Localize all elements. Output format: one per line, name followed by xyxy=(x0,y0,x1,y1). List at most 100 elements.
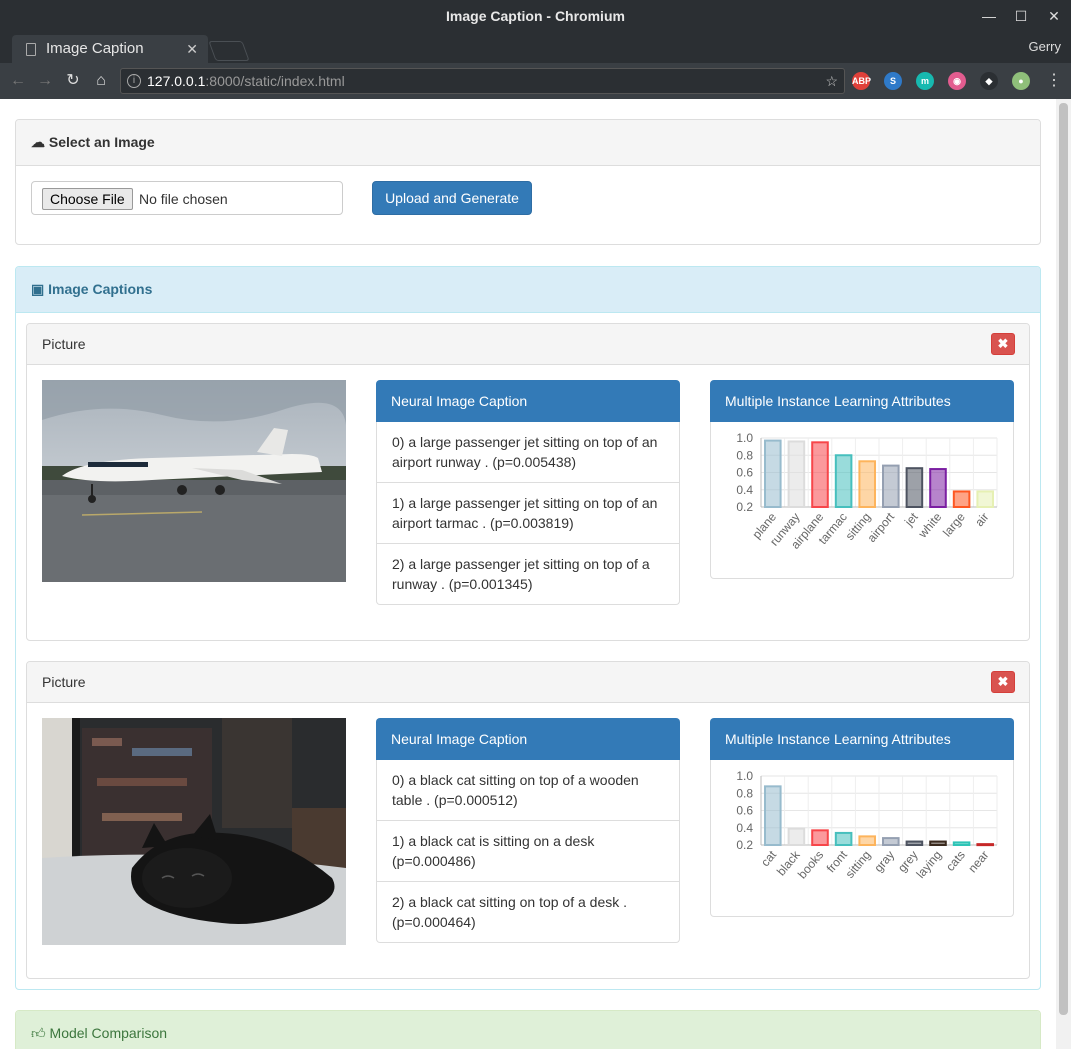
s-extension-icon[interactable]: S xyxy=(884,72,902,90)
caption-item: 2) a large passenger jet sitting on top … xyxy=(376,544,680,605)
url-path: :8000/static/index.html xyxy=(205,73,345,89)
y-tick-label: 0.4 xyxy=(736,821,753,835)
page-icon xyxy=(26,43,36,56)
bar-front[interactable] xyxy=(834,831,853,847)
bar-white[interactable] xyxy=(929,468,947,508)
select-image-title: Select an Image xyxy=(48,134,155,150)
remove-picture-button[interactable]: ✖ xyxy=(991,671,1015,693)
bar-runway[interactable] xyxy=(787,440,806,509)
browser-tab[interactable]: Image Caption ✕ xyxy=(12,35,208,63)
profile-name[interactable]: Gerry xyxy=(1029,33,1062,61)
y-tick-label: 0.2 xyxy=(736,500,753,514)
x-tick-label: white xyxy=(915,510,945,541)
bar-cat[interactable] xyxy=(764,785,782,847)
tab-close-icon[interactable]: ✕ xyxy=(186,35,198,63)
caption-item: 1) a black cat is sitting on a desk (p=0… xyxy=(376,821,680,882)
picture-heading: Picture ✖ xyxy=(27,324,1029,365)
panel-title: ☁ Select an Image xyxy=(31,120,155,164)
image-icon: ▣ xyxy=(31,281,45,297)
adblock-plus-icon[interactable]: ABP xyxy=(852,72,871,90)
bookmark-star-icon[interactable]: ☆ xyxy=(825,69,838,93)
x-tick-label: cats xyxy=(943,848,968,874)
picture-panel: Picture ✖ xyxy=(26,323,1030,641)
window-title: Image Caption - Chromium xyxy=(446,8,625,24)
page-scrollbar[interactable] xyxy=(1056,99,1071,1049)
bar-plane[interactable] xyxy=(764,439,782,508)
browser-toolbar: ← → ↻ ⌂ i 127.0.0.1:8000/static/index.ht… xyxy=(0,63,1071,99)
x-tick-label: gray xyxy=(871,848,897,875)
back-arrow-icon[interactable]: ← xyxy=(6,63,30,99)
octocat-icon[interactable]: ◉ xyxy=(948,72,966,90)
x-tick-label: books xyxy=(795,848,826,882)
tab-strip: Image Caption ✕ Gerry xyxy=(0,33,1071,63)
mil-chart: 1.0 0.8 0.6 0.4 0.2 cat black books front sitting… xyxy=(710,760,1014,917)
cloud-upload-icon: ☁ xyxy=(31,134,45,150)
window-titlebar: Image Caption - Chromium xyxy=(0,0,1071,33)
bar-airport[interactable] xyxy=(882,464,900,508)
bar-gray[interactable] xyxy=(882,837,900,846)
home-icon[interactable]: ⌂ xyxy=(89,63,113,99)
bar-grey[interactable] xyxy=(905,840,924,847)
panel-heading: ▣ Image Captions xyxy=(16,267,1040,313)
mil-chart: 1.0 0.8 0.6 0.4 0.2 plane runway airplane tarmac… xyxy=(710,422,1014,579)
caption-item: 0) a large passenger jet sitting on top … xyxy=(376,422,680,483)
new-tab-button[interactable] xyxy=(208,41,250,61)
model-comparison-title: Model Comparison xyxy=(49,1025,168,1041)
nic-heading: Neural Image Caption xyxy=(376,380,680,422)
y-tick-label: 0.4 xyxy=(736,483,753,497)
image-captions-panel: ▣ Image Captions Picture ✖ Neural Image … xyxy=(15,266,1041,990)
x-tick-label: jet xyxy=(901,509,921,529)
select-image-panel: ☁ Select an Image Choose File No file ch… xyxy=(15,119,1041,245)
bar-air[interactable] xyxy=(976,490,994,508)
bar-black[interactable] xyxy=(787,827,806,847)
x-tick-label: laying xyxy=(913,848,944,881)
caption-item: 0) a black cat sitting on top of a woode… xyxy=(376,760,680,821)
bar-jet[interactable] xyxy=(905,467,924,508)
no-file-text: No file chosen xyxy=(139,191,228,207)
forward-arrow-icon[interactable]: → xyxy=(33,63,57,99)
remove-picture-button[interactable]: ✖ xyxy=(991,333,1015,355)
bar-tarmac[interactable] xyxy=(834,454,853,508)
maximize-icon[interactable]: ☐ xyxy=(1006,0,1036,33)
m-extension-icon[interactable]: m xyxy=(916,72,934,90)
reload-icon[interactable]: ↻ xyxy=(61,63,85,99)
file-input[interactable]: Choose File No file chosen xyxy=(31,181,343,215)
tab-title: Image Caption xyxy=(46,40,144,57)
mil-heading: Multiple Instance Learning Attributes xyxy=(710,718,1014,760)
nic-heading: Neural Image Caption xyxy=(376,718,680,760)
panel-title: ▣ Image Captions xyxy=(31,267,152,311)
y-tick-label: 0.6 xyxy=(736,466,753,480)
upload-generate-button[interactable]: Upload and Generate xyxy=(372,181,532,215)
choose-file-button[interactable]: Choose File xyxy=(42,188,133,210)
address-bar[interactable]: i 127.0.0.1:8000/static/index.html ☆ xyxy=(120,68,845,94)
bar-sitting[interactable] xyxy=(858,460,876,508)
gnome-icon[interactable]: ◆ xyxy=(980,72,998,90)
close-window-icon[interactable]: ✕ xyxy=(1039,0,1069,33)
panel-heading: 👍︎ Model Comparison xyxy=(16,1011,1040,1049)
picture-title: Picture xyxy=(42,674,86,690)
caption-item: 2) a black cat sitting on top of a desk … xyxy=(376,882,680,943)
scrollbar-thumb[interactable] xyxy=(1059,103,1068,1015)
mil-heading: Multiple Instance Learning Attributes xyxy=(710,380,1014,422)
y-tick-label: 1.0 xyxy=(736,769,753,783)
panel-title: 👍︎ Model Comparison xyxy=(31,1011,167,1049)
bar-near[interactable] xyxy=(976,843,994,847)
picture-heading: Picture ✖ xyxy=(27,662,1029,703)
bar-sitting[interactable] xyxy=(858,835,876,846)
bar-airplane[interactable] xyxy=(811,441,829,508)
x-tick-label: near xyxy=(965,848,991,875)
y-tick-label: 0.8 xyxy=(736,786,753,800)
bar-laying[interactable] xyxy=(929,840,947,847)
y-tick-label: 0.8 xyxy=(736,448,753,462)
bar-cats[interactable] xyxy=(952,841,971,846)
bar-books[interactable] xyxy=(811,829,829,847)
avatar-icon[interactable]: ● xyxy=(1012,72,1030,90)
model-comparison-panel: 👍︎ Model Comparison xyxy=(15,1010,1041,1049)
bar-large[interactable] xyxy=(952,490,971,508)
picture-title: Picture xyxy=(42,336,86,352)
menu-dots-icon[interactable]: ⋮ xyxy=(1042,63,1066,99)
site-info-icon[interactable]: i xyxy=(127,74,141,88)
x-tick-label: sitting xyxy=(843,848,874,881)
minimize-icon[interactable]: — xyxy=(974,0,1004,33)
y-tick-label: 0.6 xyxy=(736,804,753,818)
